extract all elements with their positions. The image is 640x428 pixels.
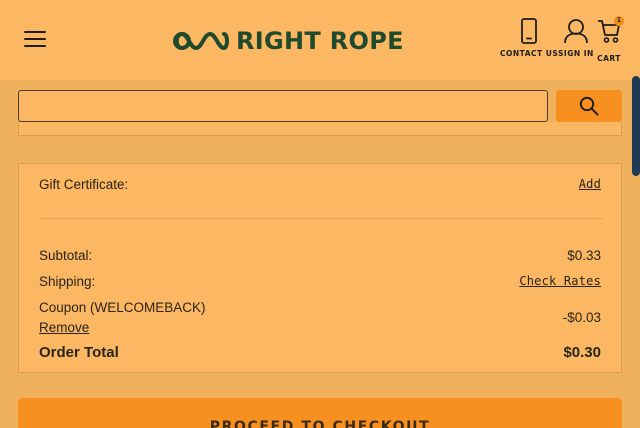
search-icon <box>579 96 599 116</box>
menu-icon-bar <box>24 38 46 40</box>
coupon-label: Coupon (WELCOMEBACK) <box>39 300 206 315</box>
order-total-label: Order Total <box>39 344 119 361</box>
menu-icon-bar <box>24 45 46 47</box>
search-input[interactable] <box>18 90 548 122</box>
sign-in-label: SIGN IN <box>558 49 594 58</box>
cart-items-bottom <box>18 122 622 136</box>
subtotal-label: Subtotal: <box>39 248 93 263</box>
page-scrollbar[interactable] <box>632 76 640 176</box>
order-total-value: $0.30 <box>563 344 601 361</box>
coupon-value: -$0.03 <box>562 310 601 325</box>
user-icon <box>564 19 588 44</box>
contact-us-link[interactable]: CONTACT US <box>500 18 558 58</box>
sign-in-link[interactable]: SIGN IN <box>558 18 594 58</box>
cart-link[interactable]: 1 CART <box>597 16 624 63</box>
order-totals-panel: Gift Certificate: Add Subtotal: $0.33 Sh… <box>18 163 622 373</box>
brand-name: RIGHT ROPE <box>236 27 404 55</box>
proceed-to-checkout-button[interactable]: PROCEED TO CHECKOUT <box>18 398 622 428</box>
add-gift-certificate-link[interactable]: Add <box>579 177 601 191</box>
shipping-label: Shipping: <box>39 274 96 289</box>
check-rates-link[interactable]: Check Rates <box>519 274 601 288</box>
menu-button[interactable] <box>24 31 46 49</box>
gift-certificate-label: Gift Certificate: <box>39 177 129 192</box>
totals-divider <box>39 218 603 219</box>
cart-count-badge: 1 <box>614 16 624 26</box>
logo-icon <box>173 31 229 51</box>
subtotal-value: $0.33 <box>567 248 601 263</box>
remove-coupon-link[interactable]: Remove <box>39 320 89 335</box>
menu-icon-bar <box>24 31 46 33</box>
contact-us-label: CONTACT US <box>500 49 559 58</box>
cart-icon-wrap: 1 <box>597 16 624 49</box>
site-header: RIGHT ROPE CONTACT US SIGN IN 1 CART <box>0 0 640 80</box>
search-button[interactable] <box>556 90 622 122</box>
phone-icon <box>521 18 538 44</box>
cart-label: CART <box>597 54 621 63</box>
brand-logo[interactable]: RIGHT ROPE <box>172 26 404 56</box>
